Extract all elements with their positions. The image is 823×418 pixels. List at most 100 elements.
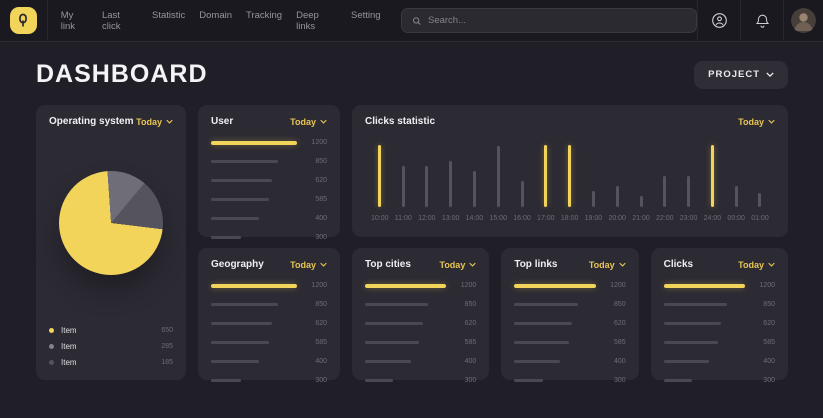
bar <box>211 303 278 306</box>
geography-bar-chart: 1200850620585400300 <box>211 282 327 384</box>
project-button-label: PROJECT <box>708 69 760 80</box>
period-dropdown[interactable]: Today <box>290 260 327 270</box>
bar <box>211 379 241 382</box>
notifications-button[interactable] <box>741 0 783 42</box>
nav-item-tracking[interactable]: Tracking <box>246 10 282 32</box>
period-dropdown[interactable]: Today <box>136 117 173 127</box>
time-label: 24:00 <box>704 215 722 223</box>
bar-track <box>514 360 595 364</box>
bar <box>514 322 572 325</box>
period-label: Today <box>738 117 764 127</box>
bar-row: 300 <box>514 377 625 384</box>
legend-label: Item <box>61 358 77 367</box>
clicks-statistic-card: Clicks statistic Today 10:0011:0012:0013… <box>352 105 788 237</box>
geography-card: Geography Today 1200850620585400300 <box>198 248 340 380</box>
time-label: 01:00 <box>751 215 769 223</box>
period-dropdown[interactable]: Today <box>738 117 775 127</box>
nav-item-domain[interactable]: Domain <box>199 10 232 32</box>
bar-track <box>211 160 297 164</box>
bar-value: 620 <box>750 320 775 327</box>
bar-column: 11:00 <box>395 141 412 223</box>
app-logo[interactable] <box>10 7 37 34</box>
card-header: User Today <box>211 116 327 127</box>
bar <box>211 284 297 288</box>
bar-value: 585 <box>302 196 327 203</box>
chevron-down-icon <box>320 119 327 124</box>
bar-value: 585 <box>451 339 476 346</box>
bar <box>664 284 745 288</box>
bar-value: 620 <box>302 177 327 184</box>
bar-row: 585 <box>211 339 327 346</box>
nav-item-statistic[interactable]: Statistic <box>152 10 185 32</box>
bar-row: 400 <box>211 215 327 222</box>
card-title: Clicks statistic <box>365 116 435 127</box>
period-dropdown[interactable]: Today <box>738 260 775 270</box>
bar <box>425 166 428 207</box>
bar <box>711 145 714 207</box>
bar <box>664 360 710 363</box>
top-cities-bar-chart: 1200850620585400300 <box>365 282 476 384</box>
search-icon <box>412 16 421 26</box>
card-title: Top links <box>514 259 557 270</box>
time-label: 13:00 <box>442 215 460 223</box>
bar-row: 585 <box>365 339 476 346</box>
bar-track <box>211 322 297 326</box>
bar-track <box>514 303 595 307</box>
operating-system-card: Operating system Today Item650Item285Ite… <box>36 105 186 380</box>
bar-row: 400 <box>664 358 775 365</box>
bar-value: 400 <box>750 358 775 365</box>
nav-item-my-link[interactable]: My link <box>61 10 88 32</box>
period-label: Today <box>589 260 615 270</box>
bar-track <box>514 322 595 326</box>
bar-row: 400 <box>211 358 327 365</box>
nav-item-last-click[interactable]: Last click <box>102 10 138 32</box>
period-dropdown[interactable]: Today <box>589 260 626 270</box>
bar-column: 17:00 <box>537 141 555 223</box>
user-circle-icon <box>711 12 728 29</box>
bar-row: 1200 <box>211 139 327 146</box>
bar-track <box>365 360 446 364</box>
period-dropdown[interactable]: Today <box>290 117 327 127</box>
bar-track <box>211 236 297 240</box>
top-links-card: Top links Today 1200850620585400300 <box>501 248 638 380</box>
bar <box>687 176 690 207</box>
bar-value: 850 <box>302 158 327 165</box>
bar <box>568 145 571 207</box>
bar <box>497 146 500 207</box>
search-input[interactable] <box>428 15 686 26</box>
bar-value: 300 <box>601 377 626 384</box>
bar <box>365 303 428 306</box>
bar-column: 00:00 <box>727 141 745 223</box>
search-bar <box>401 8 697 33</box>
time-label: 14:00 <box>466 215 484 223</box>
bar-row: 620 <box>365 320 476 327</box>
card-header: Clicks statistic Today <box>365 116 775 127</box>
bar-track <box>211 198 297 202</box>
bar <box>521 181 524 207</box>
clicks-statistic-bar-chart: 10:0011:0012:0013:0014:0015:0016:0017:00… <box>365 141 775 223</box>
nav-item-deep-links[interactable]: Deep links <box>296 10 337 32</box>
avatar-cell <box>784 8 823 33</box>
legend-dot <box>49 360 54 365</box>
bar-value: 585 <box>750 339 775 346</box>
period-label: Today <box>136 117 162 127</box>
chevron-down-icon <box>766 72 774 77</box>
bar-column: 15:00 <box>489 141 507 223</box>
emoji-button[interactable] <box>698 0 740 42</box>
chevron-down-icon <box>768 262 775 267</box>
time-label: 18:00 <box>561 215 579 223</box>
project-dropdown-button[interactable]: PROJECT <box>694 61 788 89</box>
bar-track <box>365 284 446 288</box>
bar <box>365 322 423 325</box>
navbar: My link Last click Statistic Domain Trac… <box>0 0 823 42</box>
bar <box>514 379 542 382</box>
avatar[interactable] <box>791 8 816 33</box>
nav-item-setting[interactable]: Setting <box>351 10 381 32</box>
period-dropdown[interactable]: Today <box>439 260 476 270</box>
user-card: User Today 1200850620585400300 <box>198 105 340 237</box>
bar <box>473 171 476 207</box>
card-title: Top cities <box>365 259 411 270</box>
bar-value: 850 <box>451 301 476 308</box>
bar <box>211 341 269 344</box>
card-title: User <box>211 116 233 127</box>
